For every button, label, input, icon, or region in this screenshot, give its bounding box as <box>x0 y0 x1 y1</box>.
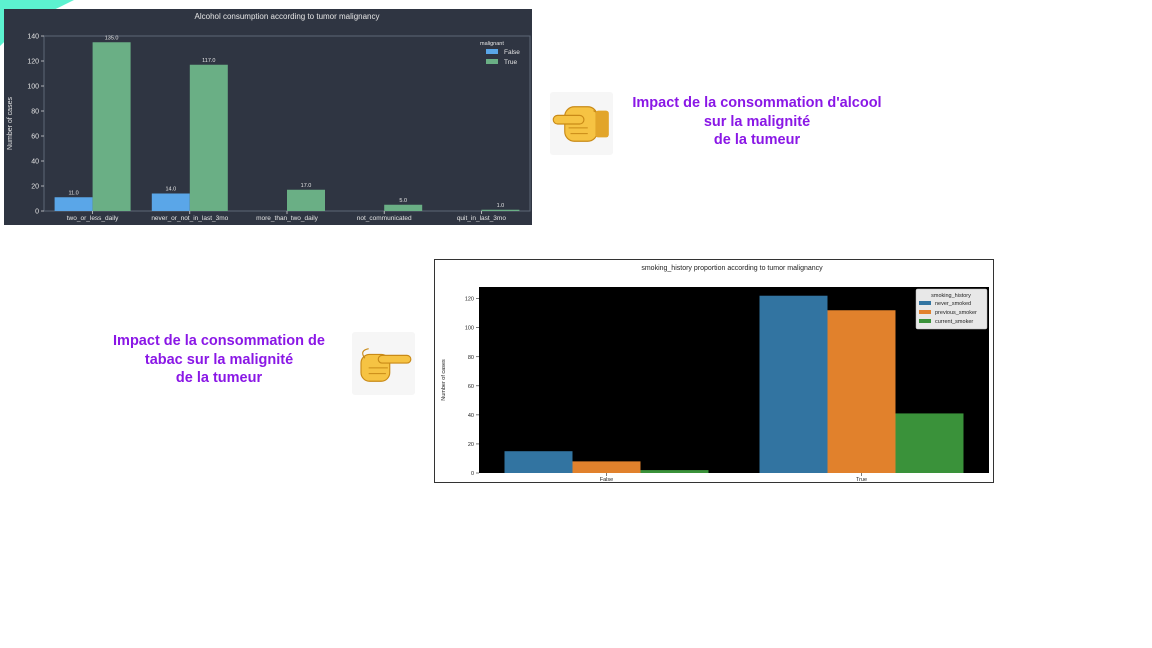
y-axis-label: Number of cases <box>441 359 447 401</box>
bar-true-never_or_not_in_last_3mo <box>189 64 228 211</box>
legend-swatch-current_smoker <box>919 319 931 323</box>
smoking-caption-line1: Impact de la consommation de <box>113 333 325 349</box>
bar-value-label: 5.0 <box>399 198 407 204</box>
alcohol-caption-line2: sur la malignité <box>703 113 811 130</box>
bar-current_smoker-false <box>640 470 709 473</box>
y-tick-label: 40 <box>31 159 39 166</box>
y-tick-label: 0 <box>471 471 474 477</box>
x-tick-label: quit_in_last_3mo <box>457 215 507 222</box>
bar-value-label: 14.0 <box>165 187 176 193</box>
y-tick-label: 140 <box>27 34 39 41</box>
smoking-chart-svg: smoking_history proportion according to … <box>441 265 989 482</box>
bar-true-two_or_less_daily <box>92 42 131 211</box>
x-tick-label: more_than_two_daily <box>256 215 319 222</box>
y-tick-label: 0 <box>35 209 39 216</box>
alcohol-chart-svg: Alcohol consumption according to tumor m… <box>4 9 532 225</box>
y-tick-label: 80 <box>468 355 474 361</box>
chart-title: smoking_history proportion according to … <box>641 265 823 272</box>
pointer-right-box <box>352 332 415 395</box>
bar-value-label: 1.0 <box>497 203 505 209</box>
legend: smoking_history never_smoked previous_smok… <box>915 288 988 330</box>
chart-background <box>4 9 532 225</box>
y-axis-label: Number of cases <box>7 97 14 150</box>
legend-label-never_smoked: never_smoked <box>935 301 971 307</box>
bar-previous_smoker-true <box>827 310 896 473</box>
legend-swatch-previous_smoker <box>919 310 931 314</box>
y-tick-label: 40 <box>468 413 474 419</box>
alcohol-caption-line3: de la tumeur <box>713 132 801 148</box>
legend-title: smoking_history <box>931 293 971 299</box>
chart-title: Alcohol consumption according to tumor m… <box>195 12 380 21</box>
y-tick-label: 120 <box>27 59 39 66</box>
y-tick-label: 80 <box>31 109 39 116</box>
bar-never_smoked-true <box>759 295 828 473</box>
y-tick-label: 20 <box>31 184 39 191</box>
legend-label-true: True <box>504 59 518 66</box>
bar-true-not_communicated <box>384 204 423 211</box>
legend-title: malignant <box>480 41 504 47</box>
y-tick-label: 100 <box>465 326 474 332</box>
bar-false-two_or_less_daily <box>54 197 93 211</box>
bar-value-label: 117.0 <box>202 58 215 64</box>
smoking-chart: smoking_history proportion according to … <box>434 259 994 483</box>
y-tick-label: 20 <box>468 442 474 448</box>
bar-true-more_than_two_daily <box>287 189 325 211</box>
legend-label-current_smoker: current_smoker <box>935 319 973 325</box>
x-tick-label: never_or_not_in_last_3mo <box>151 215 228 222</box>
bar-value-label: 17.0 <box>301 183 312 189</box>
bar-value-label: 135.0 <box>105 35 119 41</box>
legend-swatch-false <box>486 49 498 54</box>
bar-value-label: 11.0 <box>68 190 78 196</box>
smoking-caption-line3: de la tumeur <box>175 370 263 386</box>
bar-current_smoker-true <box>895 413 964 473</box>
backhand-index-pointing-right-icon <box>359 347 411 382</box>
alcohol-caption-line1: Impact de la consommation d'alcool <box>632 95 882 111</box>
bar-true-quit_in_last_3mo <box>481 209 520 211</box>
y-tick-label: 60 <box>31 134 39 141</box>
y-tick-label: 100 <box>27 84 39 91</box>
y-tick-label: 60 <box>468 384 474 390</box>
x-tick-label: True <box>856 477 867 482</box>
smoking-caption: Impact de la consommation de tabac sur l… <box>86 332 352 388</box>
bar-false-never_or_not_in_last_3mo <box>151 193 190 211</box>
bar-previous_smoker-false <box>572 461 641 473</box>
x-tick-label: False <box>600 477 613 482</box>
smoking-caption-line2: tabac sur la malignité <box>144 351 294 368</box>
alcohol-caption: Impact de la consommation d'alcool sur l… <box>600 94 914 150</box>
legend-swatch-never_smoked <box>919 301 931 305</box>
x-tick-label: not_communicated <box>357 215 412 222</box>
legend-label-false: False <box>504 49 520 56</box>
legend-label-previous_smoker: previous_smoker <box>935 310 977 316</box>
x-tick-label: two_or_less_daily <box>67 215 119 222</box>
y-tick-label: 120 <box>465 297 474 303</box>
alcohol-chart: Alcohol consumption according to tumor m… <box>4 9 532 225</box>
legend-swatch-true <box>486 59 498 64</box>
bar-never_smoked-false <box>504 451 573 473</box>
